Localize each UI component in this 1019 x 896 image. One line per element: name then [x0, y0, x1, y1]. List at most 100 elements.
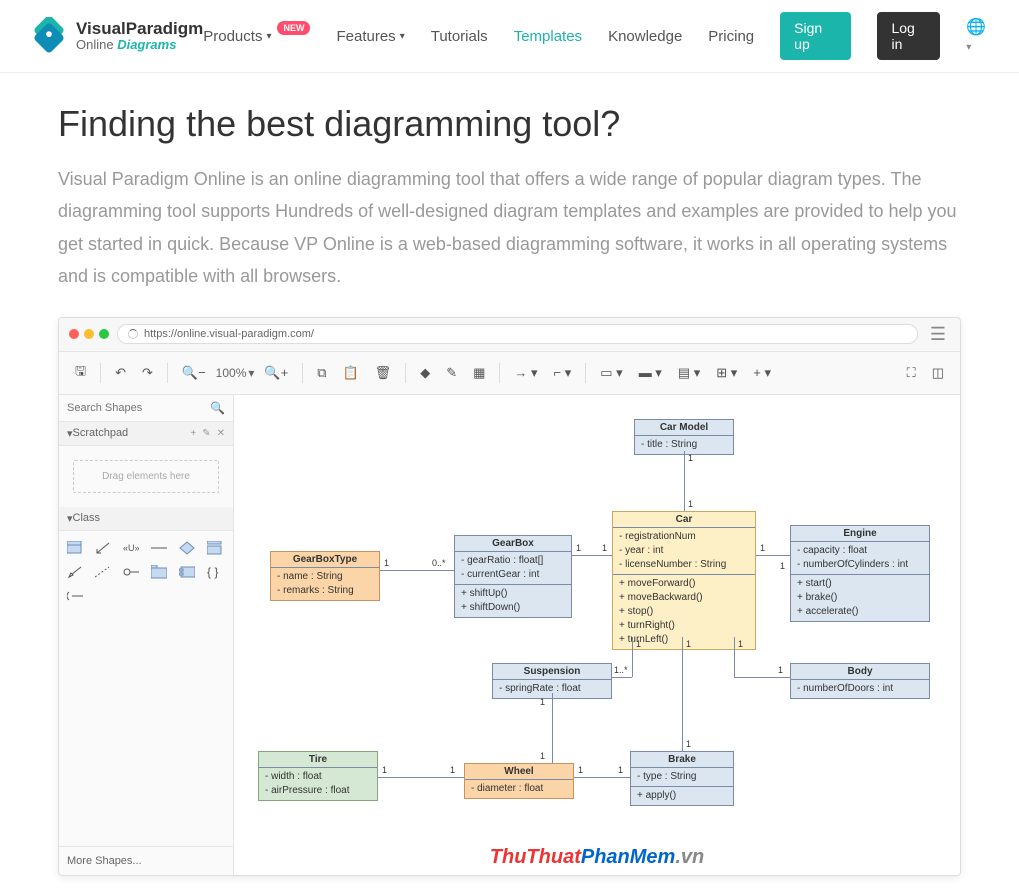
mult-label: 1 — [618, 765, 623, 775]
mult-label: 1 — [384, 558, 389, 568]
nav-pricing[interactable]: Pricing — [708, 28, 754, 45]
mult-label: 1 — [540, 751, 545, 761]
zoom-level[interactable]: 100% ▾ — [216, 366, 255, 380]
shape-diamond[interactable] — [179, 541, 195, 555]
front-icon[interactable]: ▭ ▾ — [594, 361, 628, 385]
language-selector[interactable]: 🌐▾ — [966, 17, 989, 55]
watermark: ThuThuatPhanMem.vn — [490, 846, 704, 869]
mult-label: 1 — [738, 639, 743, 649]
class-engine[interactable]: Engine - capacity : float - numberOfCyli… — [790, 525, 930, 622]
shape-package[interactable] — [151, 565, 167, 579]
shape-gen[interactable] — [67, 565, 83, 579]
diagram-canvas[interactable]: Car Model - title : String Car - registr… — [234, 395, 960, 875]
login-button[interactable]: Log in — [877, 12, 940, 60]
class-car[interactable]: Car - registrationNum - year : int - lic… — [612, 511, 756, 650]
mult-label: 1 — [602, 543, 607, 553]
mult-label: 1 — [576, 543, 581, 553]
mult-label: 1 — [636, 639, 641, 649]
shape-arrow[interactable] — [95, 541, 111, 555]
undo-icon[interactable]: ↶ — [109, 361, 132, 385]
close-scratch-icon[interactable]: ✕ — [217, 428, 225, 439]
shape-class[interactable] — [67, 541, 83, 555]
zoom-in-icon[interactable]: 🔍+ — [258, 361, 294, 385]
new-badge: NEW — [277, 21, 310, 35]
shape-note[interactable]: «U» — [123, 541, 139, 555]
mult-label: 1 — [686, 639, 691, 649]
shape-braces[interactable]: { } — [207, 565, 223, 579]
brand-sub1: Online — [76, 37, 114, 52]
align-icon[interactable]: ▤ ▾ — [672, 361, 706, 385]
shape-socket[interactable] — [67, 589, 83, 603]
hamburger-icon[interactable]: ☰ — [926, 324, 950, 345]
shadow-icon[interactable]: ▦ — [467, 361, 491, 385]
class-gearboxtype[interactable]: GearBoxType - name : String - remarks : … — [270, 551, 380, 601]
class-tire[interactable]: Tire - width : float - airPressure : flo… — [258, 751, 378, 801]
scratchpad-dropzone[interactable]: Drag elements here — [73, 460, 219, 493]
scratchpad-header[interactable]: ▾ Scratchpad +✎✕ — [59, 422, 233, 446]
mult-label: 1 — [540, 697, 545, 707]
caret-down-icon: ▾ — [400, 31, 405, 42]
class-gearbox[interactable]: GearBox - gearRatio : float[] - currentG… — [454, 535, 572, 618]
page-title: Finding the best diagramming tool? — [58, 103, 961, 145]
svg-text:«U»: «U» — [123, 543, 139, 553]
delete-icon[interactable]: 🗑 — [369, 361, 398, 385]
mult-label: 1 — [688, 499, 693, 509]
brand-name: VisualParadigm — [76, 20, 203, 39]
shape-palette: «U» { } — [59, 531, 233, 613]
redo-icon[interactable]: ↷ — [136, 361, 159, 385]
class-brake[interactable]: Brake - type : String + apply() — [630, 751, 734, 806]
mult-label: 1 — [686, 739, 691, 749]
mult-label: 1 — [578, 765, 583, 775]
shape-interface[interactable] — [207, 541, 223, 555]
fill-icon[interactable]: ◆ — [414, 361, 436, 385]
mult-label: 0..* — [432, 558, 446, 568]
mult-label: 1 — [780, 561, 785, 571]
url-bar[interactable]: https://online.visual-paradigm.com/ — [117, 324, 918, 344]
class-car-model[interactable]: Car Model - title : String — [634, 419, 734, 455]
page-lead: Visual Paradigm Online is an online diag… — [58, 163, 961, 293]
edit-scratch-icon[interactable]: ✎ — [202, 428, 210, 439]
mult-label: 1 — [382, 765, 387, 775]
nav-templates[interactable]: Templates — [514, 28, 582, 45]
mult-label: 1 — [450, 765, 455, 775]
shape-search-input[interactable] — [67, 402, 210, 414]
more-shapes-link[interactable]: More Shapes... — [59, 846, 233, 875]
mult-label: 1..* — [614, 665, 628, 675]
paste-icon[interactable]: 📋 — [336, 361, 364, 385]
add-icon[interactable]: + ▾ — [747, 361, 777, 385]
format-panel-icon[interactable]: ◫ — [926, 361, 950, 385]
caret-down-icon: ▾ — [266, 31, 271, 42]
logo-icon — [30, 17, 68, 55]
zoom-out-icon[interactable]: 🔍− — [176, 361, 212, 385]
class-body[interactable]: Body - numberOfDoors : int — [790, 663, 930, 699]
distribute-icon[interactable]: ⊞ ▾ — [710, 361, 743, 385]
mult-label: 1 — [778, 665, 783, 675]
window-controls — [69, 329, 109, 339]
svg-text:{ }: { } — [207, 565, 218, 579]
search-icon[interactable]: 🔍 — [210, 401, 225, 415]
editor-screenshot: https://online.visual-paradigm.com/ ☰ 🖫 … — [58, 317, 961, 876]
nav-knowledge[interactable]: Knowledge — [608, 28, 682, 45]
signup-button[interactable]: Sign up — [780, 12, 851, 60]
back-icon[interactable]: ▬ ▾ — [633, 361, 668, 385]
class-panel-header[interactable]: ▾ Class — [59, 507, 233, 531]
shape-dashed[interactable] — [95, 565, 111, 579]
fullscreen-icon[interactable]: ⛶ — [901, 361, 922, 385]
stroke-icon[interactable]: ✎ — [440, 361, 463, 385]
shape-line[interactable] — [151, 541, 167, 555]
add-scratch-icon[interactable]: + — [190, 428, 196, 439]
save-icon[interactable]: 🖫 — [69, 358, 92, 388]
class-wheel[interactable]: Wheel - diameter : float — [464, 763, 574, 799]
nav-tutorials[interactable]: Tutorials — [431, 28, 488, 45]
waypoint-icon[interactable]: ⌐ ▾ — [548, 361, 578, 385]
shape-lollipop[interactable] — [123, 565, 139, 579]
nav-features[interactable]: Features▾ — [336, 28, 404, 45]
connector-icon[interactable]: → ▾ — [508, 361, 543, 385]
nav-products[interactable]: Products▾NEW — [203, 28, 310, 45]
mult-label: 1 — [760, 543, 765, 553]
brand-sub2: Diagrams — [117, 37, 176, 52]
loading-spinner-icon — [128, 329, 138, 339]
copy-icon[interactable]: ⧉ — [311, 361, 332, 385]
brand-logo[interactable]: VisualParadigm Online Diagrams — [30, 17, 203, 55]
shape-component[interactable] — [179, 565, 195, 579]
